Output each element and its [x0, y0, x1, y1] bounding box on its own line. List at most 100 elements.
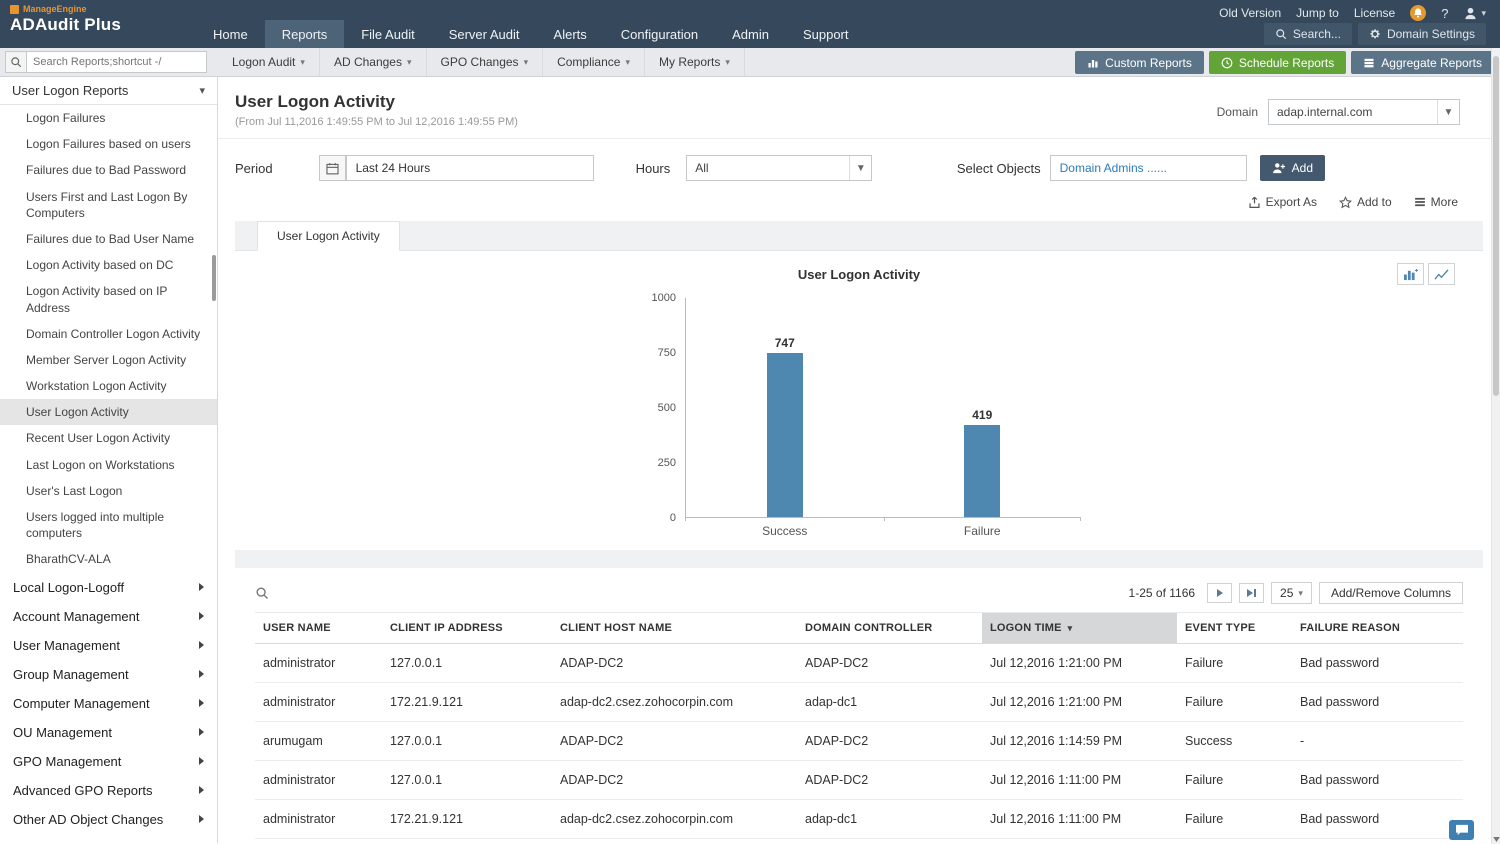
sidebar-section-label: Configuration Auditing	[13, 841, 140, 843]
nav-item-alerts[interactable]: Alerts	[537, 20, 604, 48]
next-page-button[interactable]	[1207, 583, 1233, 603]
last-page-button[interactable]	[1239, 583, 1265, 603]
aggregate-reports-button[interactable]: Aggregate Reports	[1351, 51, 1494, 74]
sidebar-section-computer-management[interactable]: Computer Management	[0, 689, 217, 718]
sidebar-item-recent-user-logon-activity[interactable]: Recent User Logon Activity	[0, 425, 217, 451]
custom-reports-button[interactable]: Custom Reports	[1075, 51, 1204, 74]
nav-item-admin[interactable]: Admin	[715, 20, 786, 48]
bar-success[interactable]: 747	[766, 336, 803, 517]
bar-failure[interactable]: 419	[964, 408, 1001, 517]
sidebar-section-gpo-management[interactable]: GPO Management	[0, 747, 217, 776]
tab-user-logon-activity[interactable]: User Logon Activity	[257, 221, 400, 251]
table-row[interactable]: administrator 172.21.9.121 adap-dc2.csez.z…	[255, 799, 1463, 839]
sidebar-section-configuration-auditing[interactable]: Configuration Auditing	[0, 834, 217, 843]
sidebar-section-ou-management[interactable]: OU Management	[0, 718, 217, 747]
hours-label: Hours	[635, 160, 671, 176]
sidebar-section-account-management[interactable]: Account Management	[0, 602, 217, 631]
add-remove-columns-button[interactable]: Add/Remove Columns	[1318, 582, 1463, 604]
column-header-client-host-name[interactable]: CLIENT HOST NAME	[552, 612, 797, 644]
sidebar-item-failures-due-to-bad-user-name[interactable]: Failures due to Bad User Name	[0, 226, 217, 252]
sidebar-section-other-ad-object-changes[interactable]: Other AD Object Changes	[0, 805, 217, 834]
column-header-client-ip-address[interactable]: CLIENT IP ADDRESS	[382, 612, 552, 644]
sidebar-section-local-logon-logoff[interactable]: Local Logon-Logoff	[0, 573, 217, 602]
menu-gpo-changes[interactable]: GPO Changes ▾	[427, 48, 544, 76]
sidebar-item-domain-controller-logon-activity[interactable]: Domain Controller Logon Activity	[0, 321, 217, 347]
period-label: Period	[235, 160, 273, 176]
chat-feedback-button[interactable]	[1449, 820, 1474, 840]
more-icon	[1414, 197, 1425, 207]
sidebar-section-advanced-gpo-reports[interactable]: Advanced GPO Reports	[0, 776, 217, 805]
global-search-button[interactable]: Search...	[1263, 23, 1352, 45]
sidebar-item-user-s-last-logon[interactable]: User's Last Logon	[0, 478, 217, 504]
sidebar-item-logon-failures-based-on-users[interactable]: Logon Failures based on users	[0, 131, 217, 157]
sidebar-item-bharathcv-ala[interactable]: BharathCV-ALA	[0, 546, 217, 572]
domain-settings-label: Domain Settings	[1386, 27, 1475, 41]
calendar-icon[interactable]	[318, 155, 346, 181]
user-account-menu[interactable]: ▾	[1463, 6, 1486, 21]
top-link-old-version[interactable]: Old Version	[1219, 6, 1281, 20]
bar-group-success: 747 Success	[686, 298, 884, 538]
column-search-icon[interactable]	[255, 586, 269, 600]
nav-item-home[interactable]: Home	[196, 20, 265, 48]
table-row[interactable]: arumugam 127.0.0.1 ADAP-DC2 ADAP-DC2 Jul 12,…	[255, 721, 1463, 761]
sidebar-section-user-management[interactable]: User Management	[0, 631, 217, 660]
top-link-jump-to[interactable]: Jump to	[1296, 6, 1339, 20]
period-input[interactable]	[345, 155, 594, 181]
nav-item-reports[interactable]: Reports	[264, 20, 345, 48]
add-to-link[interactable]: Add to	[1338, 195, 1392, 209]
help-icon[interactable]: ?	[1441, 6, 1448, 21]
domain-select[interactable]: adap.internal.com ▼	[1268, 99, 1460, 125]
sidebar-item-logon-activity-based-on-dc[interactable]: Logon Activity based on DC	[0, 252, 217, 278]
sidebar-item-logon-activity-based-on-ip-address[interactable]: Logon Activity based on IP Address	[0, 278, 217, 320]
menu-logon-audit[interactable]: Logon Audit ▾	[218, 48, 320, 76]
export-as-link[interactable]: Export As	[1248, 195, 1317, 209]
search-icon[interactable]	[5, 51, 27, 73]
scrollbar-down-arrow[interactable]	[1492, 834, 1500, 844]
report-search-input[interactable]	[27, 51, 207, 73]
table-row[interactable]: administrator 127.0.0.1 ADAP-DC2 ADAP-DC2 Ju…	[255, 760, 1463, 800]
nav-item-file-audit[interactable]: File Audit	[344, 20, 431, 48]
column-header-user-name[interactable]: USER NAME	[255, 612, 382, 644]
app-logo[interactable]: ManageEngine ADAudit Plus	[10, 4, 121, 35]
table-cell: Failure	[1177, 682, 1292, 722]
column-header-failure-reason[interactable]: FAILURE REASON	[1292, 612, 1463, 644]
nav-item-configuration[interactable]: Configuration	[604, 20, 715, 48]
menu-compliance[interactable]: Compliance ▾	[543, 48, 645, 76]
domain-settings-button[interactable]: Domain Settings	[1357, 23, 1486, 45]
column-header-logon-time[interactable]: LOGON TIME ▾	[982, 612, 1177, 644]
sidebar-item-workstation-logon-activity[interactable]: Workstation Logon Activity	[0, 373, 217, 399]
menu-my-reports[interactable]: My Reports ▾	[645, 48, 745, 76]
nav-item-support[interactable]: Support	[786, 20, 866, 48]
sidebar-section-group-management[interactable]: Group Management	[0, 660, 217, 689]
hours-select[interactable]: All ▼	[686, 155, 873, 181]
top-link-license[interactable]: License	[1354, 6, 1395, 20]
sidebar-item-logon-failures[interactable]: Logon Failures	[0, 105, 217, 131]
select-objects-input[interactable]	[1049, 155, 1247, 181]
sidebar-item-last-logon-on-workstations[interactable]: Last Logon on Workstations	[0, 452, 217, 478]
page-scrollbar[interactable]	[1491, 48, 1500, 844]
chart-type-line-button[interactable]	[1428, 263, 1455, 285]
table-row[interactable]: administrator 127.0.0.1 ADAP-DC2 ADAP-DC2 Ju…	[255, 643, 1463, 683]
scrollbar-thumb[interactable]	[1493, 56, 1499, 396]
column-header-domain-controller[interactable]: DOMAIN CONTROLLER	[797, 612, 982, 644]
nav-item-server-audit[interactable]: Server Audit	[432, 20, 537, 48]
table-row[interactable]: administrator 172.21.9.121 adap-dc2.csez.z…	[255, 682, 1463, 722]
page-size-select[interactable]: 25 ▾	[1271, 582, 1312, 604]
column-header-event-type[interactable]: EVENT TYPE	[1177, 612, 1292, 644]
sidebar-item-user-logon-activity[interactable]: User Logon Activity	[0, 399, 217, 426]
chart-plot: 747 Success 419 Failure	[685, 298, 1081, 538]
sidebar-item-member-server-logon-activity[interactable]: Member Server Logon Activity	[0, 347, 217, 373]
menu-ad-changes[interactable]: AD Changes ▾	[320, 48, 427, 76]
sidebar-item-users-logged-into-multiple-computers[interactable]: Users logged into multiple computers	[0, 504, 217, 546]
table-cell: 127.0.0.1	[382, 760, 552, 800]
alert-bell-icon[interactable]	[1410, 5, 1427, 21]
page-title: User Logon Activity	[235, 92, 395, 111]
more-link[interactable]: More	[1414, 195, 1458, 209]
sidebar-item-failures-due-to-bad-password[interactable]: Failures due to Bad Password	[0, 157, 217, 183]
add-objects-button[interactable]: Add	[1259, 155, 1325, 181]
chart-type-bar-button[interactable]	[1397, 263, 1424, 285]
sidebar-group-user-logon-reports[interactable]: User Logon Reports ▾	[0, 77, 217, 105]
sidebar-scrollbar-thumb[interactable]	[212, 255, 216, 301]
sidebar-item-users-first-and-last-logon-by-computers[interactable]: Users First and Last Logon By Computers	[0, 184, 217, 226]
schedule-reports-button[interactable]: Schedule Reports	[1208, 51, 1347, 74]
